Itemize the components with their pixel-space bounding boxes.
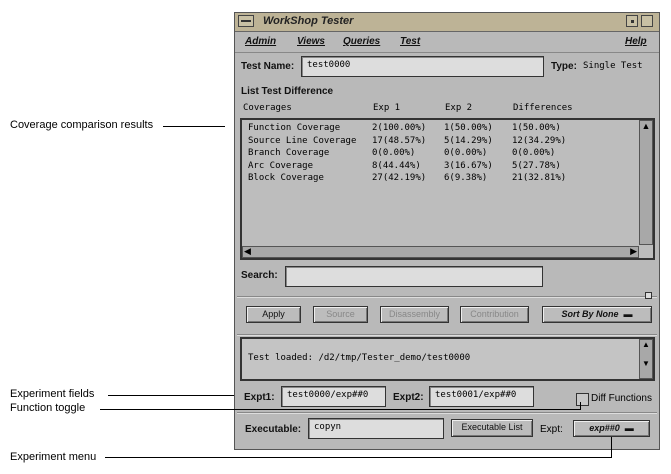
disassembly-button[interactable]: Disassembly (380, 306, 449, 323)
header-differences: Differences (513, 103, 573, 113)
header-coverages: Coverages (243, 103, 292, 113)
window-menu-icon[interactable] (238, 15, 254, 27)
table-cell: 5(14.29%) (444, 135, 493, 146)
table-cell: 6(9.38%) (444, 173, 488, 183)
sort-menu[interactable]: Sort By None ▬ (542, 306, 652, 323)
expt-label: Expt: (540, 424, 563, 435)
coverage-list[interactable]: Function Coverage 2(100.00%) 1(50.00%) 1(50… (240, 118, 655, 260)
divider (237, 296, 657, 298)
annotation-line (580, 402, 581, 410)
table-cell: Block Coverage (248, 173, 324, 183)
table-cell: 2(100.00%) (372, 123, 427, 133)
type-label: Type: (551, 61, 577, 72)
annotation-function-toggle: Function toggle (10, 402, 86, 414)
search-input[interactable] (285, 266, 543, 287)
menu-views[interactable]: Views (297, 36, 325, 47)
executable-input[interactable]: copyn (308, 418, 444, 439)
divider (237, 334, 657, 336)
menu-admin[interactable]: Admin (245, 36, 276, 47)
message-area: Test loaded: /d2/tmp/Tester_demo/test000… (240, 337, 655, 381)
table-cell: 0(0.00%) (512, 148, 556, 158)
status-message: Test loaded: /d2/tmp/Tester_demo/test000… (248, 353, 471, 363)
search-label: Search: (241, 270, 278, 281)
annotation-line (100, 409, 581, 410)
table-cell: 0(0.00%) (372, 148, 416, 158)
expt2-input[interactable]: test0001/exp##0 (429, 386, 534, 407)
expt1-label: Expt1: (244, 392, 275, 403)
title-bar[interactable]: WorkShop Tester (235, 13, 659, 32)
annotation-coverage: Coverage comparison results (10, 119, 154, 131)
annotation-experiment-fields: Experiment fields (10, 388, 95, 400)
header-exp2: Exp 2 (445, 103, 473, 113)
contribution-button[interactable]: Contribution (460, 306, 529, 323)
scroll-up-icon[interactable]: ▲ (640, 340, 652, 349)
scroll-up-icon[interactable]: ▲ (640, 121, 652, 131)
maximize-icon[interactable] (641, 15, 653, 27)
table-cell: 12(34.29%) (512, 135, 567, 146)
table-cell: 1(50.00%) (512, 123, 561, 133)
option-menu-icon: ▬ (621, 309, 633, 319)
pane-sash-handle[interactable] (645, 292, 652, 299)
table-cell: 1(50.00%) (444, 123, 493, 133)
menu-bar: Admin Views Queries Test Help (235, 32, 659, 53)
option-menu-icon: ▬ (622, 423, 634, 433)
apply-button[interactable]: Apply (246, 306, 301, 323)
annotation-line (105, 457, 612, 458)
executable-list-button[interactable]: Executable List (451, 419, 533, 437)
type-value: Single Test (583, 61, 643, 71)
source-button[interactable]: Source (313, 306, 368, 323)
sort-value: Sort By None (561, 309, 619, 319)
table-cell: 17(48.57%) (372, 135, 427, 146)
table-cell: Function Coverage (248, 123, 341, 133)
minimize-icon[interactable] (626, 15, 638, 27)
horizontal-scrollbar[interactable]: ◀ ▶ (242, 246, 639, 258)
annotation-line (108, 395, 236, 396)
experiment-value: exp##0 (589, 423, 620, 433)
menu-help[interactable]: Help (625, 36, 647, 47)
menu-queries[interactable]: Queries (343, 36, 380, 47)
table-cell: 5(27.78%) (512, 160, 561, 171)
executable-label: Executable: (245, 424, 302, 435)
header-exp1: Exp 1 (373, 103, 401, 113)
expt2-label: Expt2: (393, 392, 424, 403)
list-title: List Test Difference (241, 86, 334, 97)
scroll-left-icon[interactable]: ◀ (244, 246, 251, 257)
test-name-input[interactable]: test0000 (301, 56, 544, 77)
menu-test[interactable]: Test (400, 36, 420, 47)
annotation-line (163, 126, 225, 127)
table-cell: 21(32.81%) (512, 173, 567, 183)
annotation-experiment-menu: Experiment menu (10, 451, 97, 463)
table-cell: Arc Coverage (248, 160, 314, 171)
scroll-right-icon[interactable]: ▶ (630, 246, 637, 257)
divider (237, 412, 657, 414)
table-cell: 3(16.67%) (444, 160, 493, 171)
scroll-down-icon[interactable]: ▼ (640, 359, 652, 368)
window-title: WorkShop Tester (263, 15, 354, 27)
table-cell: Source Line Coverage (248, 135, 357, 146)
annotation-line (611, 437, 612, 458)
table-cell: Branch Coverage (248, 148, 330, 158)
expt1-input[interactable]: test0000/exp##0 (281, 386, 386, 407)
diff-functions-label: Diff Functions (591, 393, 652, 404)
table-cell: 0(0.00%) (444, 148, 488, 158)
diff-functions-checkbox[interactable] (576, 393, 589, 406)
table-cell: 8(44.44%) (372, 160, 421, 171)
experiment-menu[interactable]: exp##0 ▬ (573, 420, 650, 437)
message-scrollbar[interactable]: ▲ ▼ (639, 339, 653, 379)
vertical-scrollbar[interactable]: ▲ (639, 120, 653, 245)
test-name-label: Test Name: (241, 61, 295, 72)
table-cell: 27(42.19%) (372, 173, 427, 183)
workshop-tester-window: WorkShop Tester Admin Views Queries Test… (234, 12, 660, 450)
